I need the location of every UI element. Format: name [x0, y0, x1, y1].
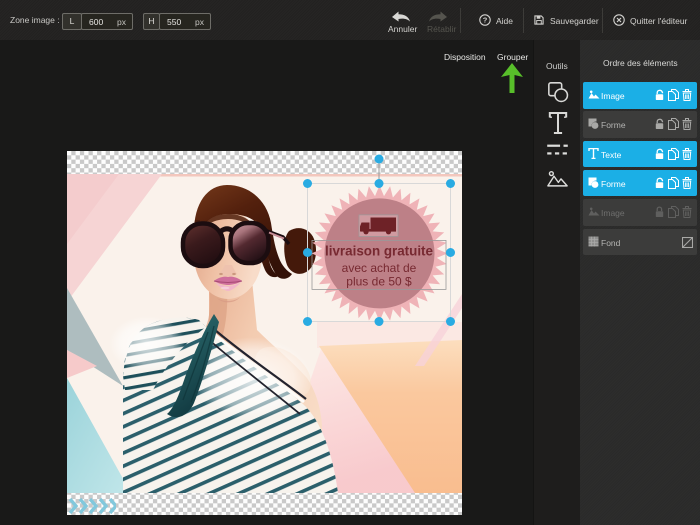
- svg-text:?: ?: [483, 16, 488, 25]
